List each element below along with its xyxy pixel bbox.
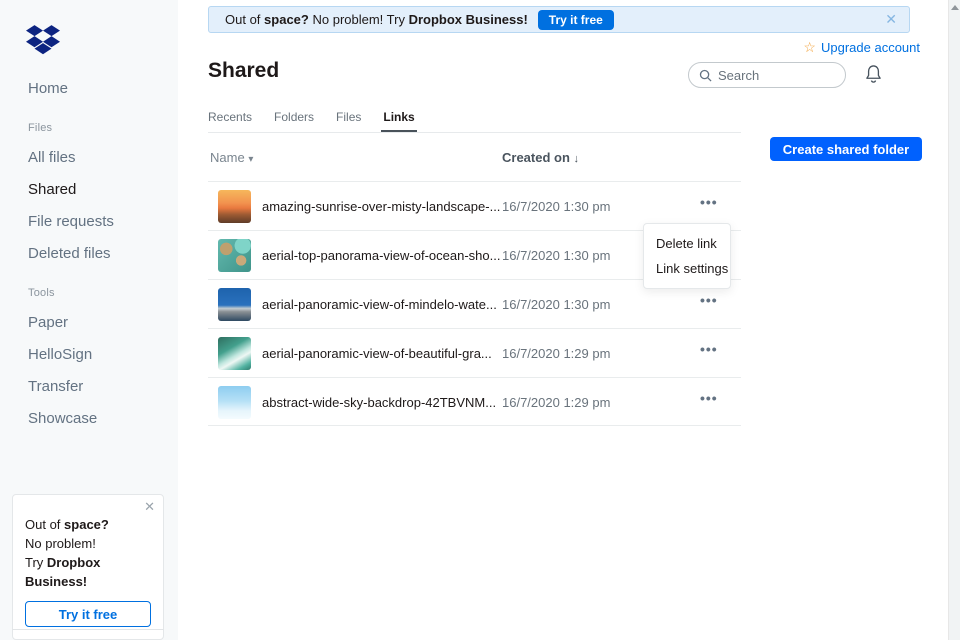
- ellipsis-menu-icon[interactable]: •••: [700, 194, 718, 210]
- dropbox-logo-icon[interactable]: [26, 25, 60, 60]
- sidebar-item-home[interactable]: Home: [28, 80, 68, 97]
- menu-item-link-settings[interactable]: Link settings: [644, 256, 730, 281]
- sidebar-item-deleted-files[interactable]: Deleted files: [28, 245, 111, 262]
- tab-folders[interactable]: Folders: [274, 110, 314, 124]
- banner-text: Out of space? No problem! Try Dropbox Bu…: [225, 12, 528, 27]
- search-icon: [699, 69, 712, 82]
- table-row[interactable]: aerial-panoramic-view-of-beautiful-gra..…: [208, 328, 741, 377]
- notifications-bell-icon[interactable]: [865, 64, 882, 89]
- scroll-up-arrow-icon[interactable]: [951, 5, 959, 10]
- name-column-header[interactable]: Name ▾: [210, 150, 253, 165]
- upgrade-banner: Out of space? No problem! Try Dropbox Bu…: [208, 6, 910, 33]
- table-header: Name ▾ Created on ↓: [208, 132, 741, 181]
- search-input[interactable]: [718, 68, 828, 83]
- created-date: 16/7/2020 1:30 pm: [502, 248, 610, 263]
- main-content: Out of space? No problem! Try Dropbox Bu…: [178, 0, 948, 640]
- created-date: 16/7/2020 1:30 pm: [502, 297, 610, 312]
- sky-backdrop-thumbnail: [218, 386, 251, 419]
- try-it-free-banner-button[interactable]: Try it free: [538, 10, 614, 30]
- ellipsis-menu-icon[interactable]: •••: [700, 341, 718, 357]
- file-name[interactable]: amazing-sunrise-over-misty-landscape-...: [262, 199, 500, 214]
- created-date: 16/7/2020 1:29 pm: [502, 395, 610, 410]
- created-date: 16/7/2020 1:30 pm: [502, 199, 610, 214]
- sidebar-item-all-files[interactable]: All files: [28, 149, 76, 166]
- file-name[interactable]: aerial-panoramic-view-of-beautiful-gra..…: [262, 346, 492, 361]
- tab-links[interactable]: Links: [383, 110, 414, 124]
- sort-arrow-down-icon: ↓: [574, 153, 580, 165]
- page-title: Shared: [208, 59, 279, 83]
- vertical-scrollbar[interactable]: [948, 0, 960, 640]
- tab-files[interactable]: Files: [336, 110, 361, 124]
- created-date: 16/7/2020 1:29 pm: [502, 346, 610, 361]
- sidebar-section-files-label: Files: [28, 122, 52, 134]
- close-icon[interactable]: ✕: [144, 499, 155, 515]
- tab-recents[interactable]: Recents: [208, 110, 252, 124]
- sidebar-section-tools-label: Tools: [28, 287, 55, 299]
- upgrade-promo-card: ✕ Out of space? No problem! Try Dropbox …: [12, 494, 164, 640]
- caret-down-icon: ▾: [248, 154, 253, 165]
- table-row[interactable]: abstract-wide-sky-backdrop-42TBVNM... 16…: [208, 377, 741, 426]
- sidebar-item-file-requests[interactable]: File requests: [28, 213, 114, 230]
- file-name[interactable]: aerial-panoramic-view-of-mindelo-wate...: [262, 297, 497, 312]
- sidebar: Home Files All files Shared File request…: [0, 0, 178, 640]
- upgrade-account-label: Upgrade account: [821, 40, 920, 55]
- file-name[interactable]: aerial-top-panorama-view-of-ocean-sho...: [262, 248, 500, 263]
- sidebar-item-transfer[interactable]: Transfer: [28, 378, 83, 395]
- shared-tabs: Recents Folders Files Links: [208, 110, 415, 124]
- sidebar-item-hellosign[interactable]: HelloSign: [28, 346, 92, 363]
- sidebar-item-paper[interactable]: Paper: [28, 314, 68, 331]
- promo-text-line3: Try Dropbox Business!: [25, 553, 151, 591]
- ellipsis-menu-icon[interactable]: •••: [700, 390, 718, 406]
- file-name[interactable]: abstract-wide-sky-backdrop-42TBVNM...: [262, 395, 496, 410]
- mindelo-waterfront-thumbnail: [218, 288, 251, 321]
- sidebar-item-shared[interactable]: Shared: [28, 181, 76, 198]
- menu-item-delete-link[interactable]: Delete link: [644, 231, 730, 256]
- close-icon[interactable]: ✕: [885, 11, 897, 28]
- upgrade-account-link[interactable]: ☆ Upgrade account: [803, 39, 920, 56]
- sidebar-divider: [12, 629, 164, 630]
- sidebar-item-showcase[interactable]: Showcase: [28, 410, 97, 427]
- star-icon: ☆: [803, 39, 816, 56]
- created-on-column-header[interactable]: Created on ↓: [502, 150, 579, 165]
- ocean-shore-aerial-thumbnail: [218, 239, 251, 272]
- search-box[interactable]: [688, 62, 846, 88]
- try-it-free-button[interactable]: Try it free: [25, 601, 151, 627]
- beach-aerial-thumbnail: [218, 337, 251, 370]
- create-shared-folder-button[interactable]: Create shared folder: [770, 137, 922, 161]
- promo-text-line2: No problem!: [25, 534, 151, 553]
- link-context-menu: Delete link Link settings: [643, 223, 731, 289]
- promo-text-line1: Out of space?: [25, 515, 151, 534]
- ellipsis-menu-icon[interactable]: •••: [700, 292, 718, 308]
- sunset-landscape-thumbnail: [218, 190, 251, 223]
